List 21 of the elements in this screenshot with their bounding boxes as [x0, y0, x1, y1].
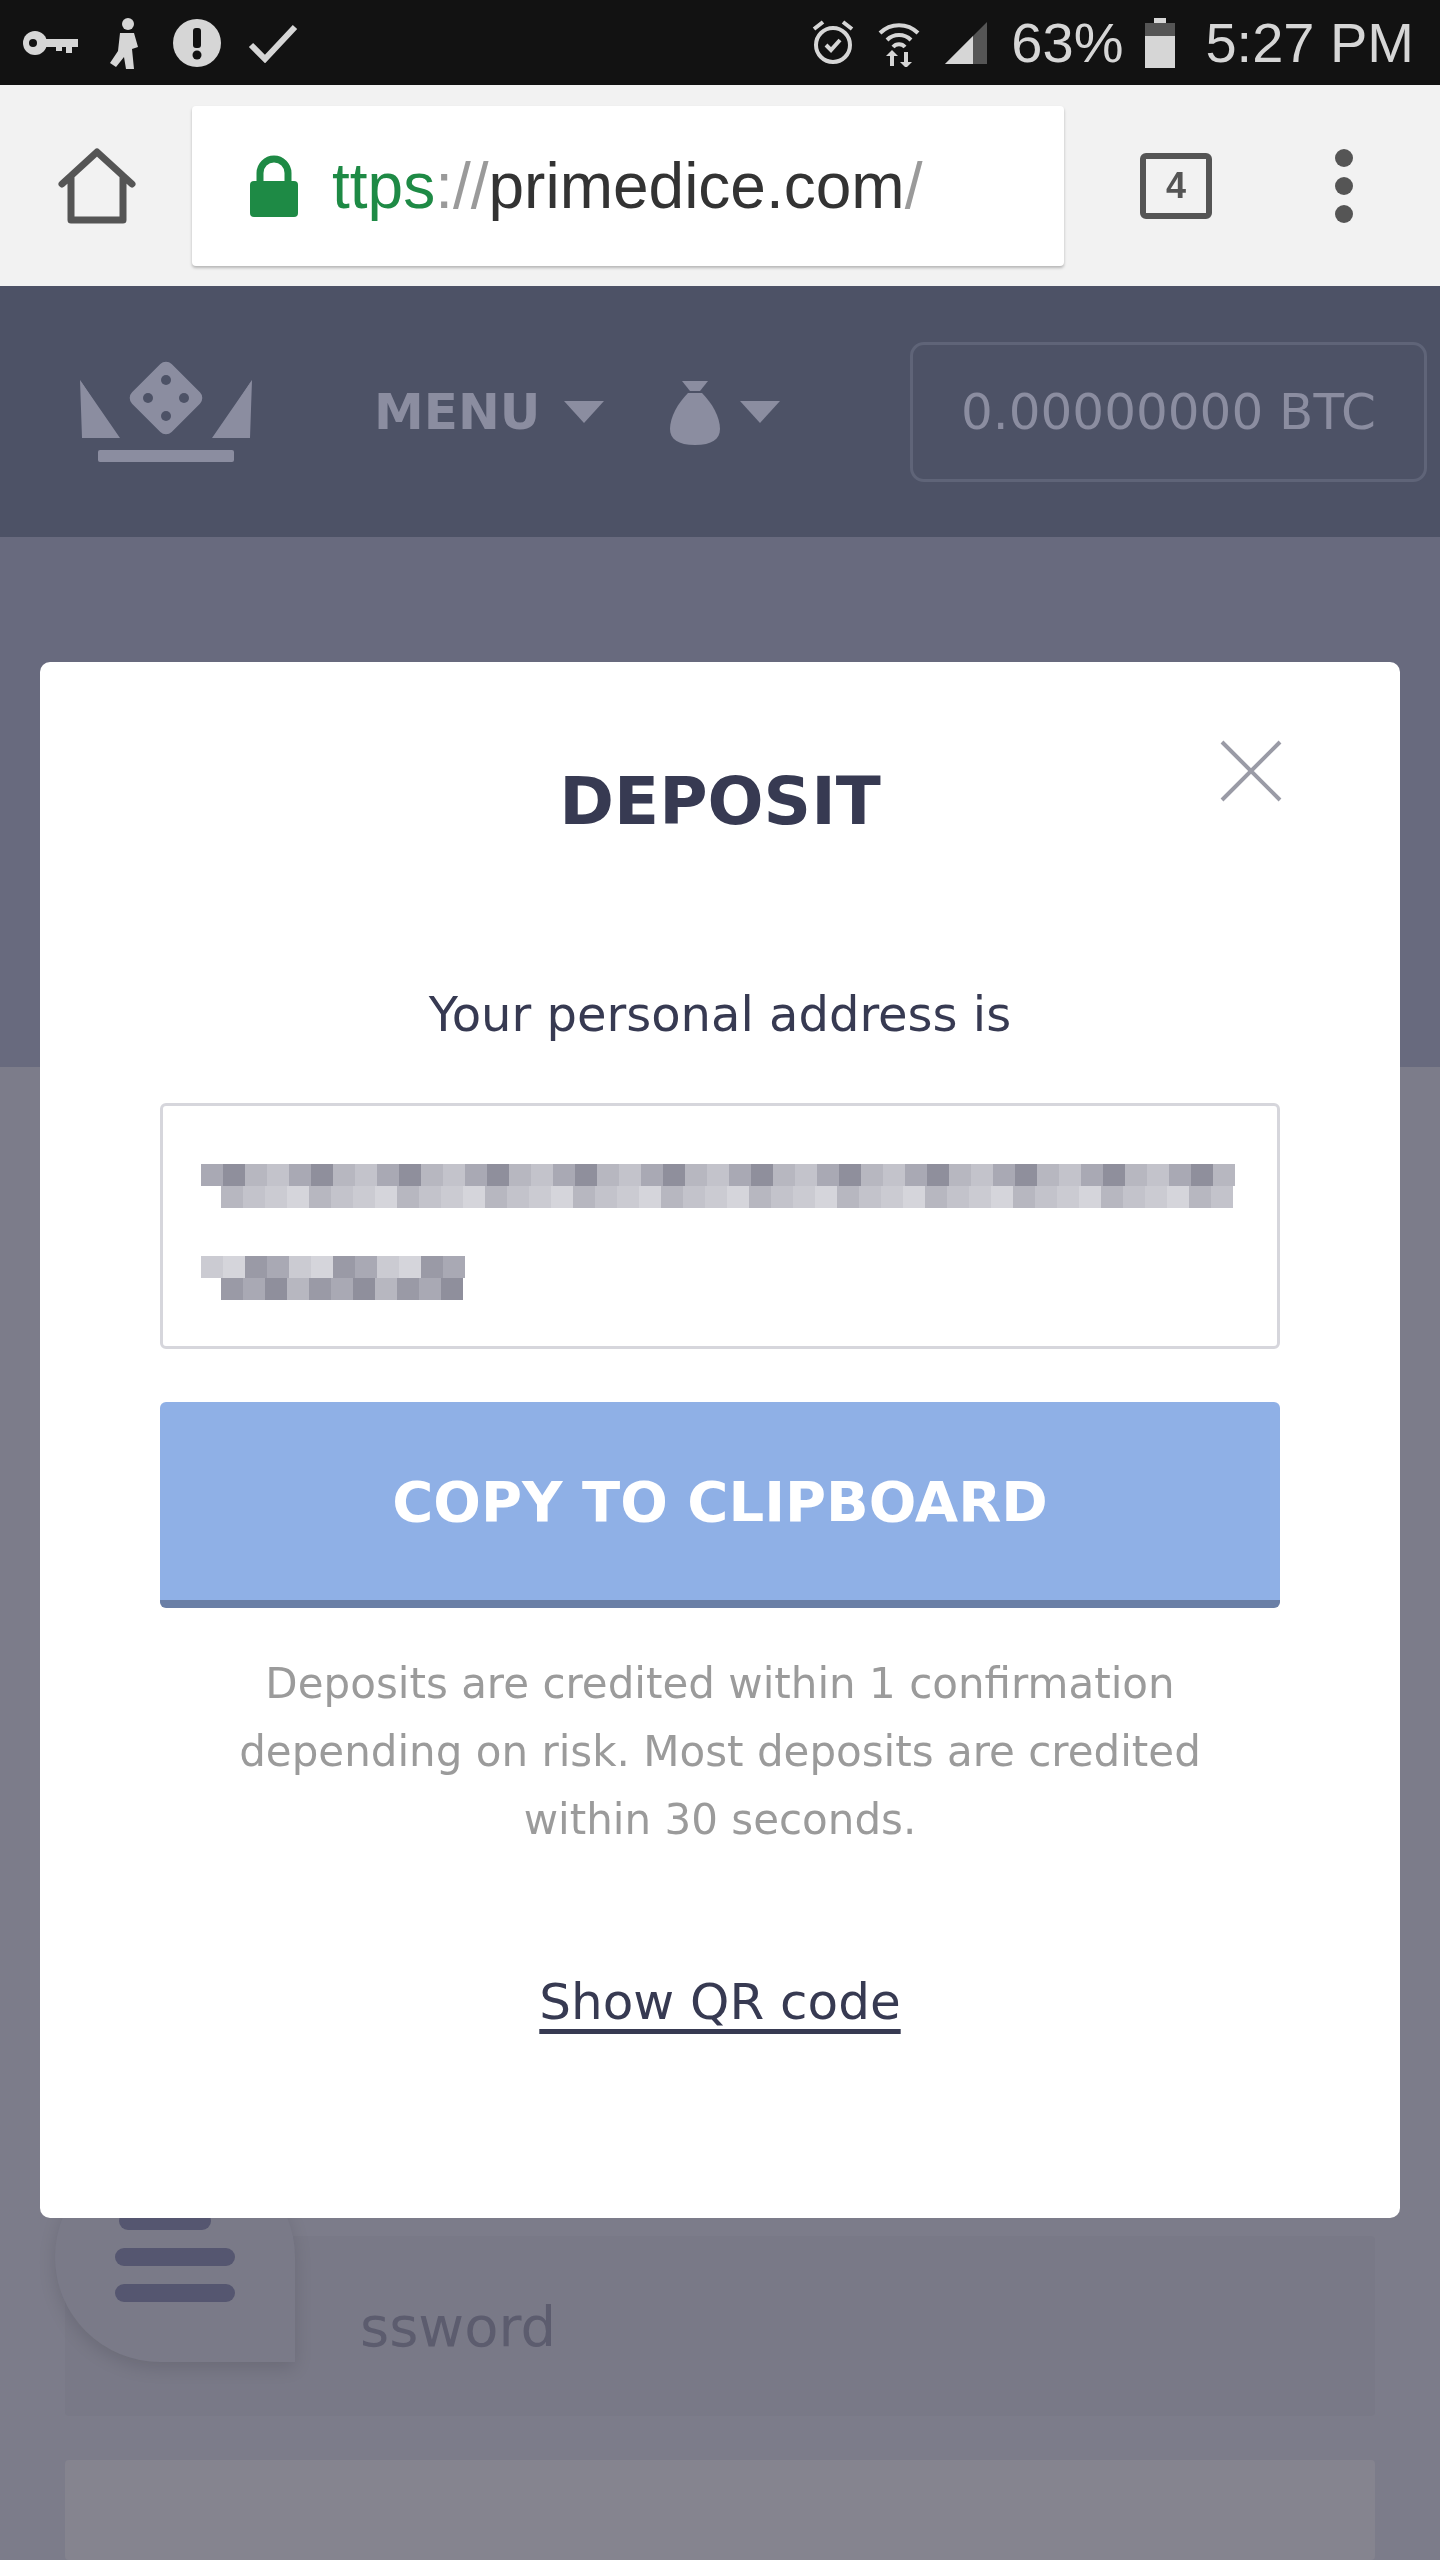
caret-icon	[740, 400, 781, 423]
alert-icon	[172, 17, 222, 68]
battery-percentage: 63%	[1011, 12, 1124, 73]
address-label: Your personal address is	[428, 985, 1012, 1044]
deposit-note: Deposits are credited within 1 confirmation depending on risk. Most deposits are credited within 30 seconds.	[238, 1658, 1202, 1846]
check-icon	[248, 22, 298, 63]
address-bar[interactable]: ttps://primedice.com/	[192, 105, 1064, 266]
alarm-icon	[811, 18, 856, 67]
tab-count-button[interactable]: 4	[1140, 152, 1212, 219]
url-text: ttps://primedice.com/	[332, 148, 923, 223]
dialog-title: DEPOSIT	[559, 762, 881, 842]
lock-icon	[248, 154, 300, 217]
address-field[interactable]	[160, 1103, 1280, 1349]
money-bag-icon[interactable]	[670, 378, 721, 445]
more-menu-icon[interactable]	[1334, 147, 1354, 224]
show-qr-link[interactable]: Show QR code	[539, 1964, 901, 2040]
clock-time: 5:27 PM	[1205, 12, 1414, 73]
close-icon[interactable]	[1220, 740, 1282, 802]
battery-icon	[1145, 17, 1176, 68]
home-icon[interactable]	[58, 147, 136, 224]
caret-icon	[564, 400, 605, 423]
